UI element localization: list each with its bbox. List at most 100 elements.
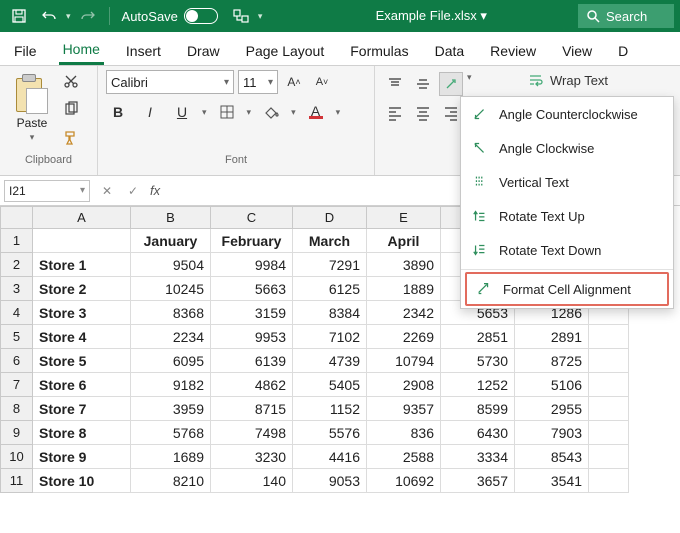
row-header-5[interactable]: 5 (1, 325, 33, 349)
cell[interactable]: 6125 (293, 277, 367, 301)
tab-formulas[interactable]: Formulas (346, 37, 412, 65)
cell[interactable]: 3230 (211, 445, 293, 469)
cell[interactable]: 10794 (367, 349, 441, 373)
cell[interactable]: 3959 (131, 397, 211, 421)
cell[interactable]: 3890 (367, 253, 441, 277)
search-box[interactable]: Search (578, 4, 674, 28)
menu-item-rotate-text-down[interactable]: Rotate Text Down (461, 233, 673, 267)
cell[interactable] (589, 397, 629, 421)
select-all-corner[interactable] (1, 207, 33, 229)
fx-icon[interactable]: fx (146, 183, 164, 198)
cell[interactable]: 1152 (293, 397, 367, 421)
font-color-icon[interactable]: A (304, 100, 328, 124)
col-header-E[interactable]: E (367, 207, 441, 229)
cell[interactable]: 2588 (367, 445, 441, 469)
cell[interactable]: 4416 (293, 445, 367, 469)
cell[interactable]: 9953 (211, 325, 293, 349)
cell[interactable]: 7102 (293, 325, 367, 349)
cell[interactable]: Store 3 (33, 301, 131, 325)
cell[interactable]: February (211, 229, 293, 253)
cell[interactable]: Store 6 (33, 373, 131, 397)
cell[interactable]: 8725 (515, 349, 589, 373)
cell[interactable]: 2851 (441, 325, 515, 349)
cell[interactable] (589, 373, 629, 397)
cell[interactable]: 3657 (441, 469, 515, 493)
row-header-4[interactable]: 4 (1, 301, 33, 325)
col-header-D[interactable]: D (293, 207, 367, 229)
cell[interactable] (589, 445, 629, 469)
cell[interactable]: 2234 (131, 325, 211, 349)
cell[interactable]: 4862 (211, 373, 293, 397)
cell[interactable]: 5730 (441, 349, 515, 373)
cell[interactable] (589, 421, 629, 445)
font-name-combo[interactable]: Calibri▾ (106, 70, 234, 94)
cell[interactable]: 8384 (293, 301, 367, 325)
cell[interactable]: 4739 (293, 349, 367, 373)
borders-icon[interactable] (215, 100, 239, 124)
cell[interactable] (589, 349, 629, 373)
cell[interactable]: Store 7 (33, 397, 131, 421)
menu-item-vertical-text[interactable]: Vertical Text (461, 165, 673, 199)
cell[interactable]: Store 8 (33, 421, 131, 445)
undo-more-icon[interactable]: ▾ (66, 11, 71, 22)
cell[interactable]: March (293, 229, 367, 253)
align-middle-icon[interactable] (411, 72, 435, 96)
cell[interactable]: 7903 (515, 421, 589, 445)
accessibility-icon[interactable] (228, 3, 254, 29)
cell[interactable]: January (131, 229, 211, 253)
save-icon[interactable] (6, 3, 32, 29)
cell[interactable]: Store 1 (33, 253, 131, 277)
cell[interactable]: 6430 (441, 421, 515, 445)
copy-icon[interactable] (60, 98, 82, 120)
cell[interactable]: 140 (211, 469, 293, 493)
cell[interactable]: 5405 (293, 373, 367, 397)
menu-item-angle-counterclockwise[interactable]: Angle Counterclockwise (461, 97, 673, 131)
cell[interactable]: 3541 (515, 469, 589, 493)
cell[interactable]: Store 5 (33, 349, 131, 373)
cell[interactable]: 5576 (293, 421, 367, 445)
cell[interactable]: 9053 (293, 469, 367, 493)
cell[interactable]: 8715 (211, 397, 293, 421)
tab-data[interactable]: Data (431, 37, 469, 65)
cell[interactable]: 9182 (131, 373, 211, 397)
cell[interactable]: 5768 (131, 421, 211, 445)
enter-formula-icon[interactable]: ✓ (120, 180, 146, 202)
cell[interactable]: 10692 (367, 469, 441, 493)
menu-item-rotate-text-up[interactable]: Rotate Text Up (461, 199, 673, 233)
undo-icon[interactable] (36, 3, 62, 29)
col-header-B[interactable]: B (131, 207, 211, 229)
tab-file[interactable]: File (10, 37, 41, 65)
cut-icon[interactable] (60, 70, 82, 92)
name-box[interactable]: I21▾ (4, 180, 90, 202)
decrease-font-icon[interactable]: A˅ (310, 70, 334, 94)
row-header-9[interactable]: 9 (1, 421, 33, 445)
row-header-10[interactable]: 10 (1, 445, 33, 469)
cell[interactable]: 9984 (211, 253, 293, 277)
cell[interactable]: 1252 (441, 373, 515, 397)
tab-page-layout[interactable]: Page Layout (242, 37, 329, 65)
autosave-toggle[interactable]: AutoSave (122, 8, 224, 24)
cell[interactable]: 5106 (515, 373, 589, 397)
cell[interactable] (33, 229, 131, 253)
italic-button[interactable]: I (138, 100, 162, 124)
redo-icon[interactable] (75, 3, 101, 29)
row-header-3[interactable]: 3 (1, 277, 33, 301)
cell[interactable]: Store 4 (33, 325, 131, 349)
cell[interactable]: 8368 (131, 301, 211, 325)
tab-d[interactable]: D (614, 37, 632, 65)
format-painter-icon[interactable] (60, 126, 82, 148)
cell[interactable]: 836 (367, 421, 441, 445)
cell[interactable]: April (367, 229, 441, 253)
cancel-formula-icon[interactable]: ✕ (94, 180, 120, 202)
document-title[interactable]: Example File.xlsx ▾ (288, 8, 574, 24)
cell[interactable]: 9357 (367, 397, 441, 421)
qat-more-icon[interactable]: ▾ (258, 11, 263, 22)
underline-button[interactable]: U (170, 100, 194, 124)
cell[interactable]: 2269 (367, 325, 441, 349)
align-top-icon[interactable] (383, 72, 407, 96)
cell[interactable]: 2955 (515, 397, 589, 421)
cell[interactable]: 8543 (515, 445, 589, 469)
cell[interactable] (589, 325, 629, 349)
chevron-down-icon[interactable]: ▾ (467, 72, 472, 96)
cell[interactable]: Store 2 (33, 277, 131, 301)
